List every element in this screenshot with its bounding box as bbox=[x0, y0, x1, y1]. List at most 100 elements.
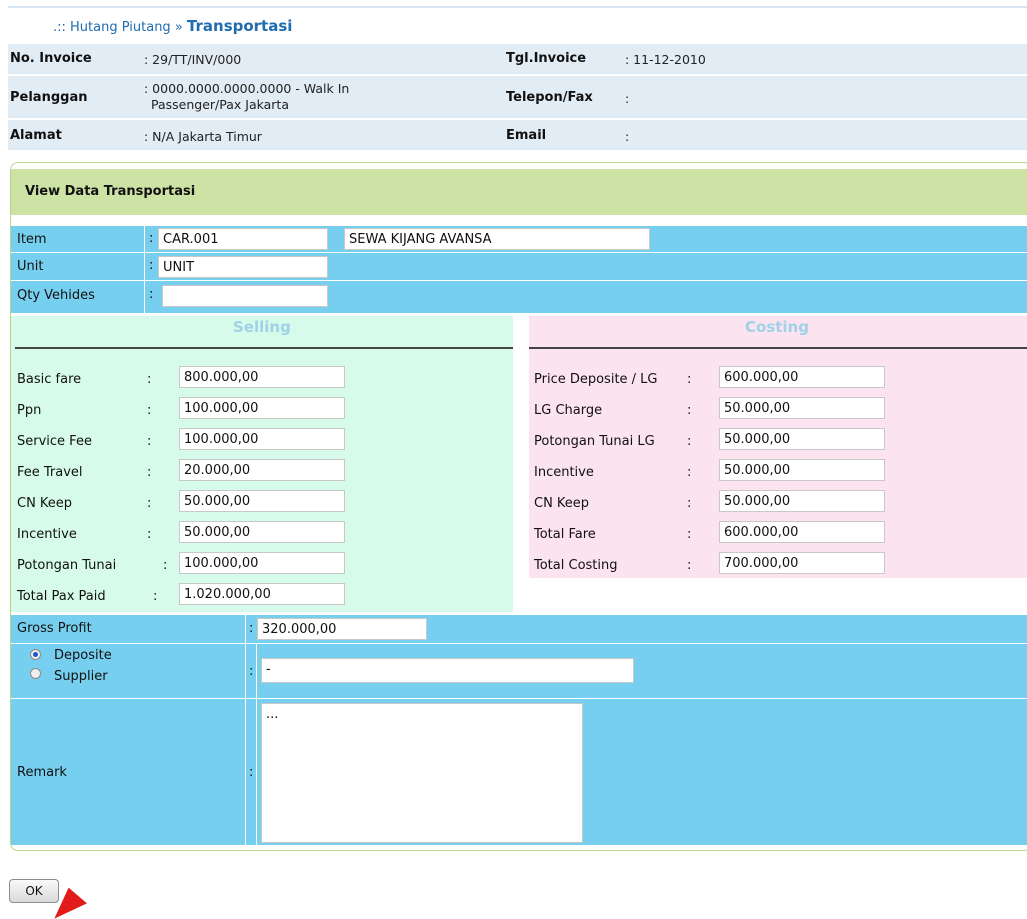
service-fee-field[interactable]: 100.000,00 bbox=[179, 428, 345, 450]
qty-field[interactable] bbox=[162, 285, 328, 307]
unit-colon: : bbox=[149, 258, 154, 273]
costing-label: LG Charge bbox=[534, 403, 603, 418]
deposite-radio[interactable] bbox=[30, 649, 41, 660]
costing-label: Incentive bbox=[534, 465, 594, 480]
costing-colon: : bbox=[687, 527, 692, 542]
phone-value: : bbox=[625, 91, 630, 106]
breadcrumb-trail: .:: Hutang Piutang » Transportasi bbox=[53, 17, 292, 35]
item-row: Item : CAR.001 SEWA KIJANG AVANSA bbox=[11, 226, 1027, 253]
selling-label: Incentive bbox=[17, 527, 77, 542]
breadcrumb-current: Transportasi bbox=[186, 17, 293, 35]
breadcrumb-separator: » bbox=[170, 20, 187, 35]
qty-label: Qty Vehides bbox=[17, 288, 95, 303]
selling-section: Selling Basic fare : 800.000,00 Ppn : 10… bbox=[11, 316, 513, 612]
total-fare-field[interactable]: 600.000,00 bbox=[719, 521, 885, 543]
row-divider bbox=[256, 699, 257, 845]
invoice-row-1: No. Invoice : 29/TT/INV/000 Tgl.Invoice … bbox=[8, 44, 1027, 74]
supplier-option-label: Supplier bbox=[54, 669, 108, 684]
deposite-option-label: Deposite bbox=[54, 648, 112, 663]
panel-title-bar: View Data Transportasi bbox=[11, 169, 1027, 215]
incentive-field[interactable]: 50.000,00 bbox=[179, 521, 345, 543]
gross-profit-field[interactable]: 320.000,00 bbox=[257, 618, 427, 640]
selling-label: Fee Travel bbox=[17, 465, 83, 480]
item-label: Item bbox=[17, 232, 47, 247]
costing-colon: : bbox=[687, 403, 692, 418]
invoice-no-value: : 29/TT/INV/000 bbox=[144, 52, 242, 67]
total-pax-paid-field[interactable]: 1.020.000,00 bbox=[179, 583, 345, 605]
gross-profit-colon: : bbox=[249, 621, 254, 636]
supplier-radio[interactable] bbox=[30, 668, 41, 679]
row-divider bbox=[144, 253, 145, 280]
selling-colon: : bbox=[147, 403, 152, 418]
costing-cn-keep-field[interactable]: 50.000,00 bbox=[719, 490, 885, 512]
costing-label: CN Keep bbox=[534, 496, 590, 511]
selling-colon: : bbox=[147, 527, 152, 542]
selling-label: Service Fee bbox=[17, 434, 92, 449]
customer-label: Pelanggan bbox=[10, 90, 88, 105]
selling-colon: : bbox=[163, 558, 168, 573]
row-divider bbox=[256, 644, 257, 698]
costing-title: Costing bbox=[745, 318, 809, 336]
breadcrumb-prefix[interactable]: .:: Hutang Piutang bbox=[53, 20, 171, 35]
item-name-field[interactable]: SEWA KIJANG AVANSA bbox=[344, 228, 650, 250]
selling-colon: : bbox=[147, 496, 152, 511]
row-divider bbox=[245, 644, 246, 698]
costing-label: Total Costing bbox=[534, 558, 618, 573]
gross-profit-label: Gross Profit bbox=[17, 621, 92, 636]
selling-colon: : bbox=[153, 589, 158, 604]
ppn-field[interactable]: 100.000,00 bbox=[179, 397, 345, 419]
unit-label: Unit bbox=[17, 259, 44, 274]
costing-colon: : bbox=[687, 434, 692, 449]
selling-colon: : bbox=[147, 372, 152, 387]
total-costing-field[interactable]: 700.000,00 bbox=[719, 552, 885, 574]
qty-row: Qty Vehides : bbox=[11, 281, 1027, 314]
selling-label: CN Keep bbox=[17, 496, 73, 511]
customer-value-line1: : 0000.0000.0000.0000 - Walk In bbox=[144, 81, 350, 96]
selling-label: Total Pax Paid bbox=[17, 589, 106, 604]
potongan-tunai-lg-field[interactable]: 50.000,00 bbox=[719, 428, 885, 450]
row-divider bbox=[245, 615, 246, 643]
invoice-row-3: Alamat : N/A Jakarta Timur Email : bbox=[8, 120, 1027, 150]
selling-divider bbox=[15, 347, 513, 349]
transport-panel: View Data Transportasi Item : CAR.001 SE… bbox=[10, 162, 1027, 851]
invoice-row-2: Pelanggan : 0000.0000.0000.0000 - Walk I… bbox=[8, 76, 1027, 118]
selling-label: Basic fare bbox=[17, 372, 82, 387]
invoice-date-value: : 11-12-2010 bbox=[625, 52, 706, 67]
email-label: Email bbox=[506, 128, 547, 143]
row-divider bbox=[245, 699, 246, 845]
row-divider bbox=[144, 281, 145, 313]
costing-incentive-field[interactable]: 50.000,00 bbox=[719, 459, 885, 481]
lg-charge-field[interactable]: 50.000,00 bbox=[719, 397, 885, 419]
invoice-no-label: No. Invoice bbox=[10, 51, 92, 66]
item-colon: : bbox=[149, 231, 154, 246]
costing-label: Total Fare bbox=[534, 527, 596, 542]
payment-row: Deposite Supplier : - bbox=[11, 644, 1027, 699]
basic-fare-field[interactable]: 800.000,00 bbox=[179, 366, 345, 388]
selling-title: Selling bbox=[233, 318, 291, 336]
phone-label: Telepon/Fax bbox=[506, 90, 593, 105]
price-deposite-field[interactable]: 600.000,00 bbox=[719, 366, 885, 388]
breadcrumb: .:: Hutang Piutang » Transportasi bbox=[8, 6, 1027, 42]
costing-colon: : bbox=[687, 496, 692, 511]
remark-textarea[interactable]: ... bbox=[261, 703, 583, 843]
item-code-field[interactable]: CAR.001 bbox=[158, 228, 328, 250]
customer-value-line2: Passenger/Pax Jakarta bbox=[151, 97, 289, 112]
gross-profit-row: Gross Profit : 320.000,00 bbox=[11, 615, 1027, 644]
selling-colon: : bbox=[147, 434, 152, 449]
panel-title: View Data Transportasi bbox=[25, 184, 196, 199]
cn-keep-field[interactable]: 50.000,00 bbox=[179, 490, 345, 512]
payment-colon: : bbox=[249, 664, 254, 679]
selling-label: Potongan Tunai bbox=[17, 558, 117, 573]
costing-colon: : bbox=[687, 372, 692, 387]
payment-account-field[interactable]: - bbox=[261, 658, 634, 683]
fee-travel-field[interactable]: 20.000,00 bbox=[179, 459, 345, 481]
remark-row: Remark : ... bbox=[11, 699, 1027, 846]
costing-section: Costing Price Deposite / LG : 600.000,00… bbox=[529, 316, 1027, 578]
address-value: : N/A Jakarta Timur bbox=[144, 129, 262, 144]
potongan-tunai-field[interactable]: 100.000,00 bbox=[179, 552, 345, 574]
unit-field[interactable]: UNIT bbox=[158, 256, 328, 278]
selling-colon: : bbox=[147, 465, 152, 480]
qty-colon: : bbox=[149, 287, 154, 302]
costing-label: Potongan Tunai LG bbox=[534, 434, 655, 449]
selling-label: Ppn bbox=[17, 403, 42, 418]
